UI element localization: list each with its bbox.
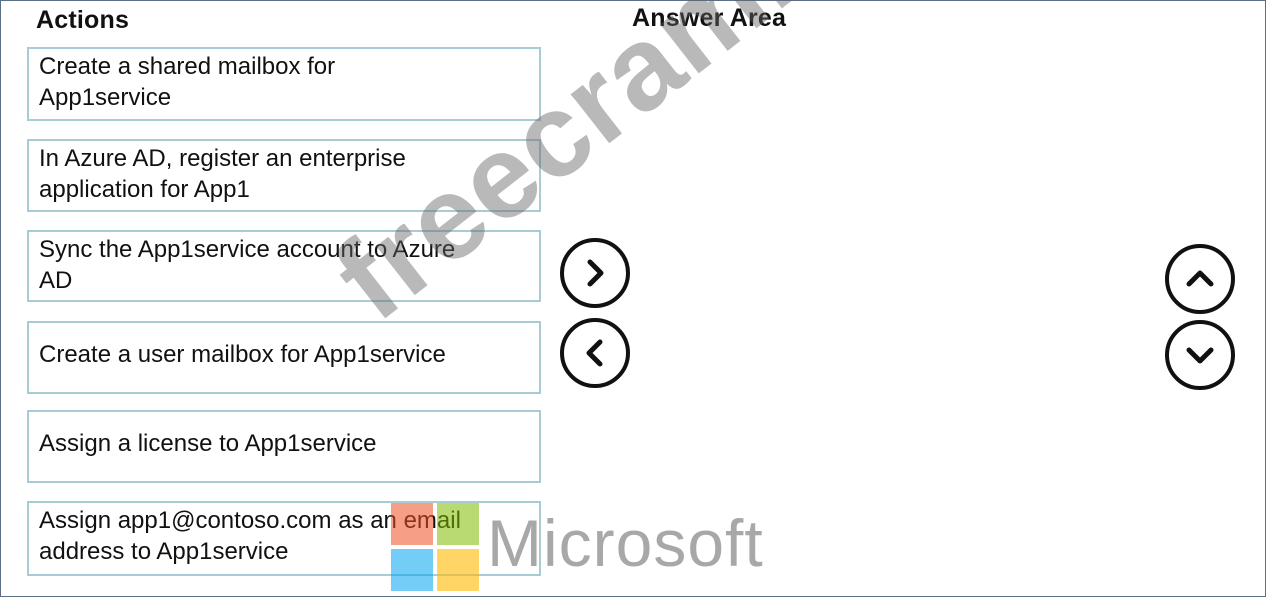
chevron-down-icon bbox=[1186, 347, 1214, 364]
action-item-register-enterprise-app[interactable]: In Azure AD, register an enterprise appl… bbox=[27, 139, 541, 212]
actions-heading: Actions bbox=[36, 6, 130, 34]
chevron-left-icon bbox=[586, 339, 603, 367]
action-item-label: In Azure AD, register an enterprise bbox=[39, 145, 406, 172]
move-right-button[interactable] bbox=[560, 238, 630, 308]
action-item-assign-email-address[interactable]: Assign app1@contoso.com as an email addr… bbox=[27, 501, 541, 576]
action-item-create-user-mailbox[interactable]: Create a user mailbox for App1service bbox=[27, 321, 541, 394]
answer-area-heading: Answer Area bbox=[632, 4, 787, 32]
action-item-label: Sync the App1service account to Azure bbox=[39, 236, 456, 263]
move-left-button[interactable] bbox=[560, 318, 630, 388]
action-item-create-shared-mailbox[interactable]: Create a shared mailbox for App1service bbox=[27, 47, 541, 121]
action-item-label: App1service bbox=[39, 84, 172, 111]
action-item-label: address to App1service bbox=[39, 538, 289, 565]
action-item-label: application for App1 bbox=[39, 176, 250, 203]
move-up-button[interactable] bbox=[1165, 244, 1235, 314]
action-item-label: Assign a license to App1service bbox=[39, 430, 377, 457]
action-item-sync-account[interactable]: Sync the App1service account to Azure AD bbox=[27, 230, 541, 302]
action-item-label: Create a user mailbox for App1service bbox=[39, 341, 446, 368]
chevron-right-icon bbox=[587, 259, 604, 287]
answer-area-drop-zone[interactable] bbox=[640, 48, 1140, 578]
action-item-assign-license[interactable]: Assign a license to App1service bbox=[27, 410, 541, 483]
chevron-up-icon bbox=[1186, 270, 1214, 287]
action-item-label: AD bbox=[39, 267, 73, 294]
action-item-label: Assign app1@contoso.com as an email bbox=[39, 507, 461, 534]
move-down-button[interactable] bbox=[1165, 320, 1235, 390]
action-item-label: Create a shared mailbox for bbox=[39, 53, 336, 80]
